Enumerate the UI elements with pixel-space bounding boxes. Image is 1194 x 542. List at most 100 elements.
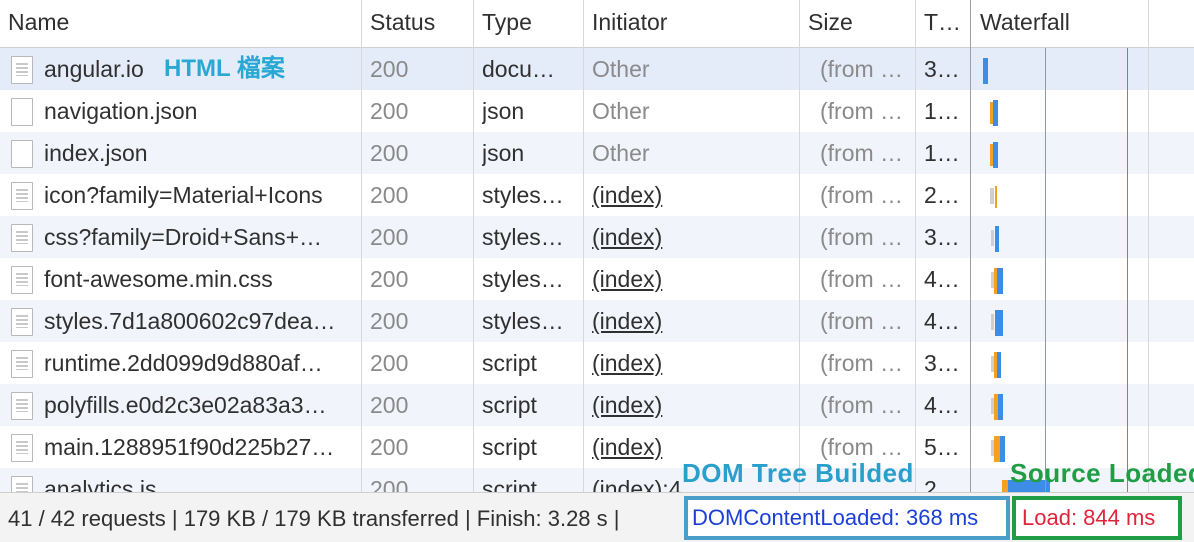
script-file-icon bbox=[11, 392, 33, 420]
table-row[interactable]: runtime.2dd099d9d880af… 200 script (inde… bbox=[0, 342, 1194, 384]
stylesheet-file-icon bbox=[11, 182, 33, 210]
document-file-icon bbox=[11, 56, 33, 84]
column-divider[interactable] bbox=[583, 0, 584, 492]
request-type: script bbox=[482, 350, 537, 376]
table-row[interactable]: navigation.json 200 json Other (from … 1… bbox=[0, 90, 1194, 132]
request-size: (from … bbox=[820, 182, 904, 208]
request-size: (from … bbox=[820, 392, 904, 418]
request-name: polyfills.e0d2c3e02a83a3… bbox=[44, 392, 327, 418]
request-time: 4… bbox=[924, 308, 960, 334]
request-type: script bbox=[482, 434, 537, 460]
request-name: styles.7d1a800602c97dea… bbox=[44, 308, 336, 334]
request-size: (from … bbox=[820, 308, 904, 334]
request-status: 200 bbox=[370, 140, 409, 166]
request-type: styles… bbox=[482, 308, 564, 334]
column-header-waterfall[interactable]: Waterfall bbox=[980, 0, 1190, 47]
request-type: script bbox=[482, 476, 537, 492]
request-size: (from … bbox=[820, 266, 904, 292]
waterfall-grid-line bbox=[1148, 0, 1149, 492]
initiator-link[interactable]: (index) bbox=[592, 216, 794, 258]
request-status: 200 bbox=[370, 350, 409, 376]
table-row[interactable]: polyfills.e0d2c3e02a83a3… 200 script (in… bbox=[0, 384, 1194, 426]
request-summary: 41 / 42 requests | 179 KB / 179 KB trans… bbox=[8, 506, 620, 531]
waterfall-bar bbox=[997, 268, 1003, 294]
request-time: 2… bbox=[924, 182, 960, 208]
request-status: 200 bbox=[370, 224, 409, 250]
request-type: json bbox=[482, 98, 525, 124]
dom-content-loaded-time: DOMContentLoaded: 368 ms bbox=[692, 505, 979, 530]
request-name: css?family=Droid+Sans+… bbox=[44, 224, 323, 250]
request-status: 200 bbox=[370, 434, 409, 460]
request-name: font-awesome.min.css bbox=[44, 266, 273, 292]
request-status: 200 bbox=[370, 266, 409, 292]
initiator-link[interactable]: (index) bbox=[592, 384, 794, 426]
column-header-status[interactable]: Status bbox=[370, 0, 470, 47]
request-type: json bbox=[482, 140, 525, 166]
initiator-link[interactable]: (index) bbox=[592, 300, 794, 342]
column-header-time[interactable]: T… bbox=[924, 0, 968, 47]
dom-content-loaded-marker bbox=[1045, 48, 1046, 492]
table-row[interactable]: icon?family=Material+Icons 200 styles… (… bbox=[0, 174, 1194, 216]
column-header-initiator[interactable]: Initiator bbox=[592, 0, 794, 47]
request-time: 3… bbox=[924, 56, 960, 82]
network-request-table: Name Status Type Initiator Size T… Water… bbox=[0, 0, 1194, 492]
request-status: 200 bbox=[370, 182, 409, 208]
request-time: 1… bbox=[924, 140, 960, 166]
request-time: 5… bbox=[924, 434, 960, 460]
waterfall-bar bbox=[998, 394, 1003, 420]
initiator-link[interactable]: (index) bbox=[592, 342, 794, 384]
request-initiator: Other bbox=[592, 98, 650, 124]
table-row[interactable]: css?family=Droid+Sans+… 200 styles… (ind… bbox=[0, 216, 1194, 258]
stylesheet-file-icon bbox=[11, 266, 33, 294]
request-type: styles… bbox=[482, 266, 564, 292]
waterfall-bar bbox=[997, 352, 1001, 378]
waterfall-bar bbox=[995, 310, 1003, 336]
request-initiator: Other bbox=[592, 140, 650, 166]
request-name: angular.io bbox=[44, 56, 144, 82]
table-row[interactable]: angular.io HTML 檔案 200 docu… Other (from… bbox=[0, 48, 1194, 90]
dom-content-loaded-label-box: DOMContentLoaded: 368 ms bbox=[688, 500, 1006, 536]
request-time: 3… bbox=[924, 224, 960, 250]
column-header-type[interactable]: Type bbox=[482, 0, 578, 47]
request-type: styles… bbox=[482, 182, 564, 208]
column-divider[interactable] bbox=[915, 0, 916, 492]
request-size: (from … bbox=[820, 350, 904, 376]
file-icon bbox=[11, 98, 33, 126]
column-divider[interactable] bbox=[473, 0, 474, 492]
request-type: styles… bbox=[482, 224, 564, 250]
request-name: main.1288951f90d225b27… bbox=[44, 434, 335, 460]
load-time: Load: 844 ms bbox=[1022, 505, 1156, 530]
table-row[interactable]: styles.7d1a800602c97dea… 200 styles… (in… bbox=[0, 300, 1194, 342]
request-type: script bbox=[482, 392, 537, 418]
request-status: 200 bbox=[370, 308, 409, 334]
initiator-link[interactable]: (index) bbox=[592, 258, 794, 300]
waterfall-bar bbox=[983, 58, 988, 84]
column-divider[interactable] bbox=[361, 0, 362, 492]
waterfall-bar bbox=[993, 100, 998, 126]
request-name: analytics.js bbox=[44, 476, 157, 492]
dom-tree-annotation: DOM Tree Builded bbox=[682, 458, 914, 488]
request-name: runtime.2dd099d9d880af… bbox=[44, 350, 323, 376]
column-divider[interactable] bbox=[799, 0, 800, 492]
table-header: Name Status Type Initiator Size T… Water… bbox=[0, 0, 1194, 48]
waterfall-bar bbox=[995, 186, 997, 208]
table-row[interactable]: font-awesome.min.css 200 styles… (index)… bbox=[0, 258, 1194, 300]
waterfall-bar bbox=[1000, 436, 1005, 462]
request-initiator: Other bbox=[592, 56, 650, 82]
initiator-link[interactable]: (index) bbox=[592, 174, 794, 216]
request-time: 2… bbox=[924, 476, 960, 492]
request-time: 4… bbox=[924, 266, 960, 292]
column-divider[interactable] bbox=[970, 0, 971, 492]
script-file-icon bbox=[11, 350, 33, 378]
table-row[interactable]: index.json 200 json Other (from … 1… bbox=[0, 132, 1194, 174]
column-header-size[interactable]: Size bbox=[808, 0, 912, 47]
load-event-marker bbox=[1127, 48, 1128, 492]
request-type: docu… bbox=[482, 56, 555, 82]
stylesheet-file-icon bbox=[11, 224, 33, 252]
request-status: 200 bbox=[370, 392, 409, 418]
waterfall-bar bbox=[993, 142, 998, 168]
request-time: 1… bbox=[924, 98, 960, 124]
request-name: navigation.json bbox=[44, 98, 198, 124]
request-status: 200 bbox=[370, 476, 409, 492]
column-header-name[interactable]: Name bbox=[8, 0, 358, 47]
